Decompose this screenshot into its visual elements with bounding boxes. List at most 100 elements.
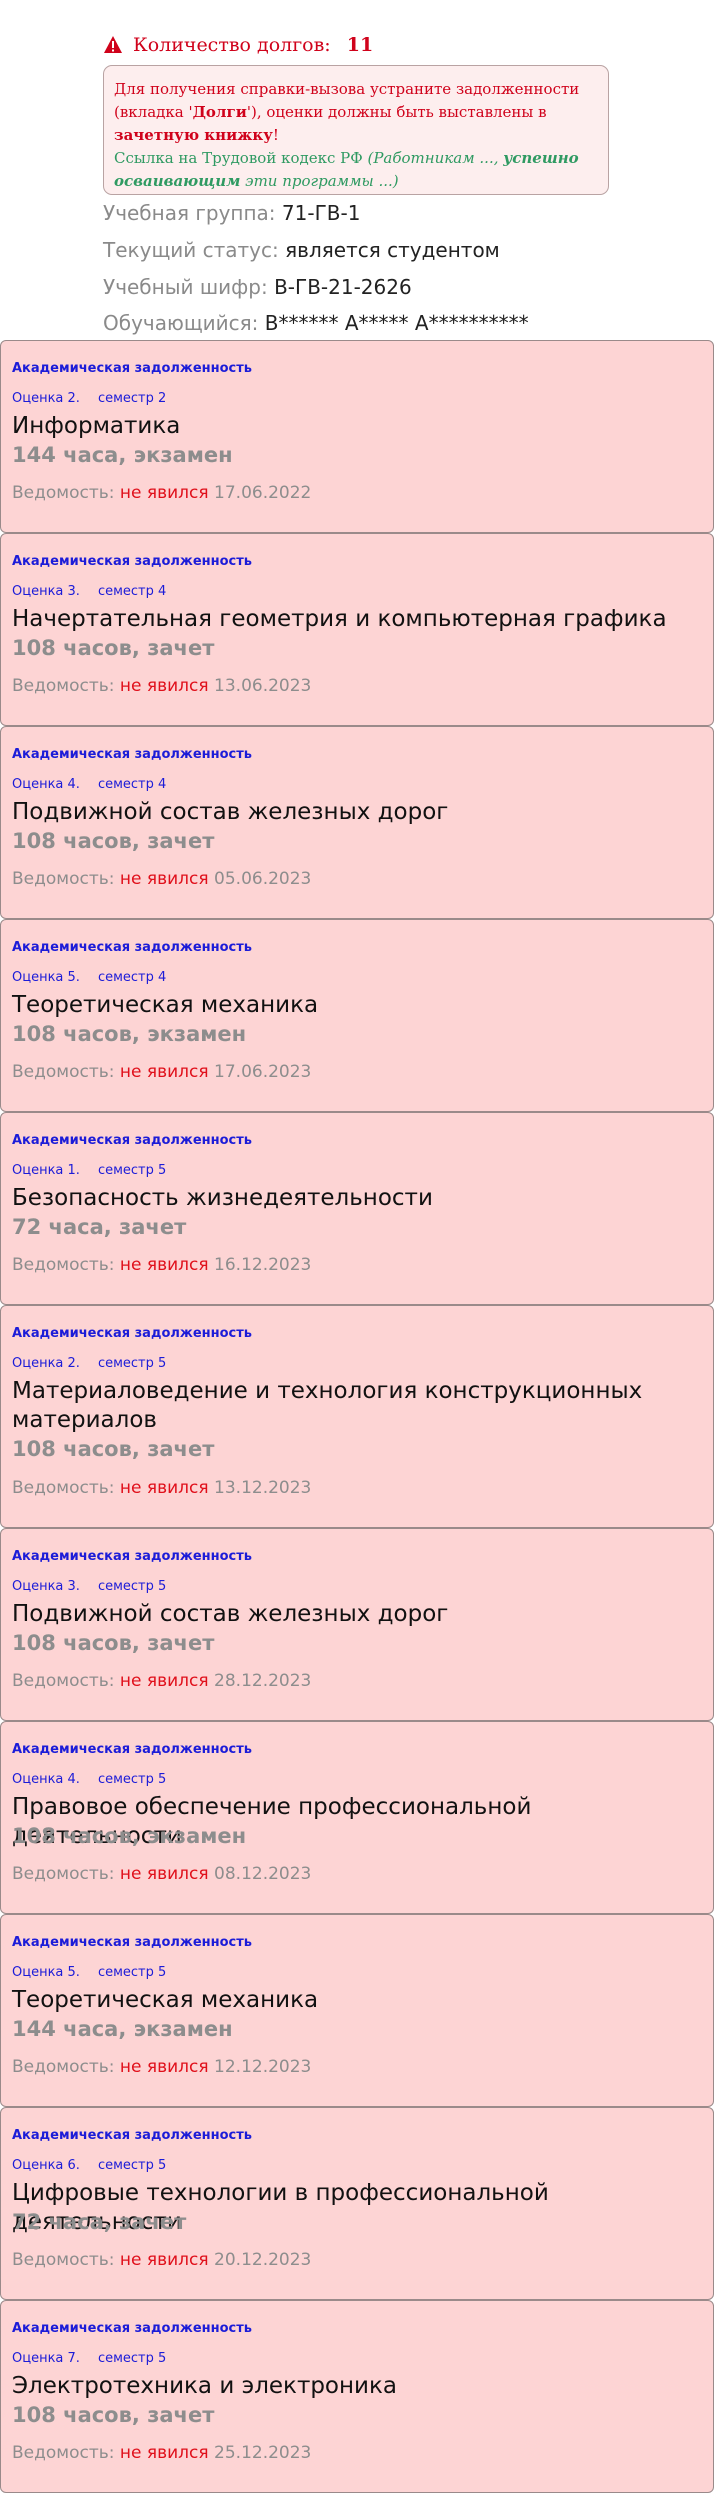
grade-text: Оценка 4. xyxy=(12,1772,80,1787)
statement-label: Ведомость: xyxy=(12,676,115,696)
card-subject: Материаловедение и технология конструкци… xyxy=(12,1378,643,1433)
debts-header: Количество долгов: 11 Для получения спра… xyxy=(0,0,716,340)
card-hours: 108 часов, зачет xyxy=(12,829,215,853)
card-hours: 72 часа, зачет xyxy=(12,2210,187,2234)
statement-date: 17.06.2022 xyxy=(214,483,312,503)
debt-card[interactable]: Академическая задолженность Оценка 2. сем… xyxy=(0,1305,714,1528)
grade-text: Оценка 5. xyxy=(12,970,80,985)
card-statement: Ведомость: не явился 17.06.2023 xyxy=(12,1062,311,1082)
grade-text: Оценка 2. xyxy=(12,391,80,406)
semester-text: семестр 4 xyxy=(97,777,167,792)
notice-text: ! xyxy=(272,126,279,144)
statement-status: не явился xyxy=(119,2057,209,2077)
card-statement: Ведомость: не явился 05.06.2023 xyxy=(12,869,311,889)
semester-text: семестр 5 xyxy=(97,1356,167,1371)
statement-date: 20.12.2023 xyxy=(214,2250,312,2270)
notice-line-2: (вкладка 'Долги'), оценки должны быть вы… xyxy=(114,101,598,124)
card-grade: Оценка 5. семестр 5 xyxy=(12,1965,166,1980)
statement-date: 08.12.2023 xyxy=(214,1864,312,1884)
labor-code-link-text[interactable]: Ссылка на Трудовой кодекс РФ xyxy=(114,149,363,167)
grade-text: Оценка 3. xyxy=(12,1579,80,1594)
debt-card[interactable]: Академическая задолженность Оценка 7. сем… xyxy=(0,2300,714,2493)
debt-card[interactable]: Академическая задолженность Оценка 5. сем… xyxy=(0,919,714,1112)
card-category: Академическая задолженность xyxy=(12,1935,253,1950)
statement-label: Ведомость: xyxy=(12,869,115,889)
semester-text: семестр 5 xyxy=(97,1579,167,1594)
card-hours: 108 часов, зачет xyxy=(12,1437,215,1461)
card-statement: Ведомость: не явился 20.12.2023 xyxy=(12,2250,311,2270)
statement-status: не явился xyxy=(119,1062,209,1082)
info-label: Текущий статус: xyxy=(103,238,279,262)
card-subject: Подвижной состав железных дорог xyxy=(12,1601,449,1627)
info-label: Учебная группа: xyxy=(103,201,276,225)
debt-card[interactable]: Академическая задолженность Оценка 1. сем… xyxy=(0,1112,714,1305)
statement-date: 05.06.2023 xyxy=(214,869,312,889)
card-grade: Оценка 4. семестр 4 xyxy=(12,777,166,792)
debt-card[interactable]: Академическая задолженность Оценка 3. сем… xyxy=(0,533,714,726)
statement-date: 13.12.2023 xyxy=(214,1478,312,1498)
card-statement: Ведомость: не явился 28.12.2023 xyxy=(12,1671,311,1691)
statement-date: 12.12.2023 xyxy=(214,2057,312,2077)
card-hours: 108 часов, зачет xyxy=(12,636,215,660)
semester-text: семестр 5 xyxy=(97,2351,167,2366)
semester-text: семестр 5 xyxy=(97,1965,167,1980)
card-category: Академическая задолженность xyxy=(12,1326,253,1341)
statement-label: Ведомость: xyxy=(12,1671,115,1691)
notice-box: Для получения справки-вызова устраните з… xyxy=(103,65,609,195)
statement-label: Ведомость: xyxy=(12,2250,115,2270)
debt-card[interactable]: Академическая задолженность Оценка 4. сем… xyxy=(0,726,714,919)
info-value: В****** А***** А********** xyxy=(264,311,529,335)
statement-label: Ведомость: xyxy=(12,1255,115,1275)
semester-text: семестр 5 xyxy=(97,2158,167,2173)
statement-date: 28.12.2023 xyxy=(214,1671,312,1691)
card-subject: Электротехника и электроника xyxy=(12,2373,397,2399)
grade-text: Оценка 7. xyxy=(12,2351,80,2366)
info-group: Учебная группа: 71-ГВ-1 xyxy=(103,201,360,225)
card-hours: 72 часа, зачет xyxy=(12,1215,187,1239)
statement-label: Ведомость: xyxy=(12,1062,115,1082)
debt-count-label: Количество долгов: xyxy=(133,34,331,56)
notice-line-3: зачетную книжку! xyxy=(114,124,598,147)
statement-status: не явился xyxy=(119,1864,209,1884)
labor-code-link[interactable]: Ссылка на Трудовой кодекс РФ (Работникам… xyxy=(114,147,598,193)
notice-line-1: Для получения справки-вызова устраните з… xyxy=(114,80,580,98)
card-grade: Оценка 3. семестр 4 xyxy=(12,584,166,599)
card-statement: Ведомость: не явился 13.12.2023 xyxy=(12,1478,311,1498)
statement-status: не явился xyxy=(119,1671,209,1691)
card-subject: Информатика xyxy=(12,413,181,439)
statement-date: 17.06.2023 xyxy=(214,1062,312,1082)
statement-status: не явился xyxy=(119,676,209,696)
debt-card[interactable]: Академическая задолженность Оценка 4. сем… xyxy=(0,1721,714,1914)
grade-text: Оценка 1. xyxy=(12,1163,80,1178)
card-category: Академическая задолженность xyxy=(12,1742,253,1757)
debt-card[interactable]: Академическая задолженность Оценка 3. сем… xyxy=(0,1528,714,1721)
card-grade: Оценка 4. семестр 5 xyxy=(12,1772,166,1787)
semester-text: семестр 5 xyxy=(97,1163,167,1178)
debt-card[interactable]: Академическая задолженность Оценка 6. сем… xyxy=(0,2107,714,2300)
debt-card[interactable]: Академическая задолженность Оценка 2. сем… xyxy=(0,340,714,533)
card-category: Академическая задолженность xyxy=(12,940,253,955)
statement-status: не явился xyxy=(119,483,209,503)
semester-text: семестр 4 xyxy=(97,970,167,985)
card-category: Академическая задолженность xyxy=(12,1133,253,1148)
debt-count-title: Количество долгов: 11 xyxy=(103,34,373,56)
debt-card[interactable]: Академическая задолженность Оценка 5. сем… xyxy=(0,1914,714,2107)
card-statement: Ведомость: не явился 13.06.2023 xyxy=(12,676,311,696)
info-value: В-ГВ-21-2626 xyxy=(274,275,412,299)
card-grade: Оценка 3. семестр 5 xyxy=(12,1579,166,1594)
statement-label: Ведомость: xyxy=(12,1478,115,1498)
card-category: Академическая задолженность xyxy=(12,747,253,762)
grade-text: Оценка 2. xyxy=(12,1356,80,1371)
card-hours: 108 часов, зачет xyxy=(12,2403,215,2427)
info-value: 71-ГВ-1 xyxy=(281,201,361,225)
grade-text: Оценка 6. xyxy=(12,2158,80,2173)
statement-status: не явился xyxy=(119,869,209,889)
labor-code-quote: эти программы ...) xyxy=(245,172,399,190)
card-statement: Ведомость: не явился 08.12.2023 xyxy=(12,1864,311,1884)
semester-text: семестр 4 xyxy=(97,584,167,599)
debts-tab-link[interactable]: Долги xyxy=(193,103,247,121)
card-category: Академическая задолженность xyxy=(12,2321,253,2336)
debt-count-value: 11 xyxy=(346,34,374,56)
card-hours: 108 часов, экзамен xyxy=(12,1022,247,1046)
statement-label: Ведомость: xyxy=(12,2443,115,2463)
